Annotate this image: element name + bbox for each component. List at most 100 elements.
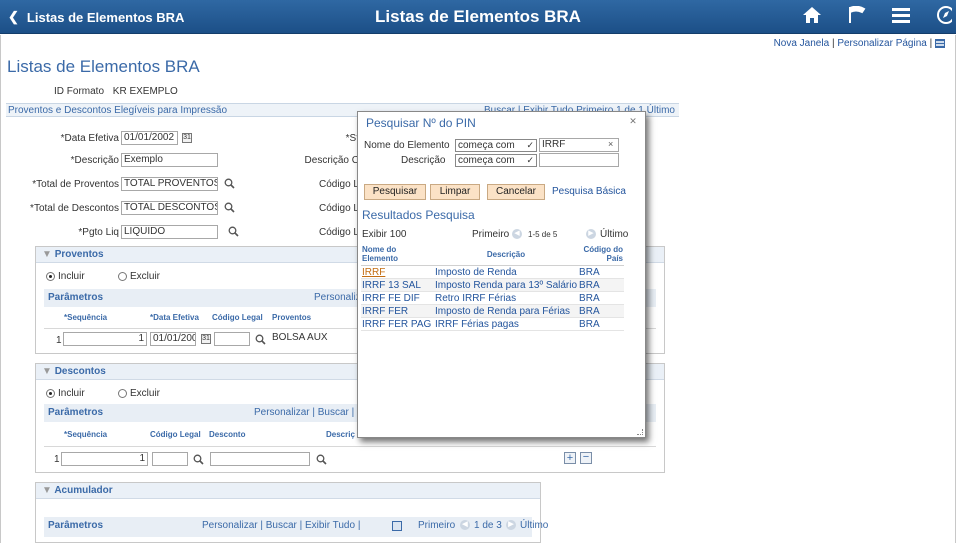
first-link[interactable]: Primeiro <box>472 229 509 240</box>
next-icon[interactable]: ▶ <box>506 520 516 530</box>
status-label: *St <box>345 133 359 144</box>
codigo-input[interactable] <box>214 332 250 346</box>
modal-title: Pesquisar Nº do PIN <box>366 116 476 130</box>
incluir-radio[interactable]: Incluir <box>46 388 85 399</box>
codigo-input[interactable] <box>152 452 188 466</box>
last-link[interactable]: Último <box>600 229 628 240</box>
col-codigo-pais: Código do País <box>578 243 624 266</box>
compass-icon[interactable] <box>936 6 952 24</box>
calendar-icon[interactable]: 31 <box>201 334 211 344</box>
sequencia-input[interactable]: 1 <box>63 332 147 346</box>
menu-icon[interactable] <box>892 7 910 23</box>
clear-button[interactable]: Limpar <box>430 184 480 200</box>
calendar-icon[interactable]: 31 <box>182 133 192 143</box>
close-icon[interactable]: ✕ <box>628 117 638 127</box>
descricao-c-label: Descrição C <box>304 155 359 166</box>
pgto-liq-label: *Pgto Liq <box>78 227 119 238</box>
resize-handle[interactable] <box>637 429 643 435</box>
next-icon[interactable]: ▶ <box>586 229 596 239</box>
codigo-legal-label: Código L <box>318 179 359 190</box>
descricao-input[interactable] <box>539 153 619 167</box>
col-codigo-legal: Código Legal <box>150 430 201 439</box>
search-icon[interactable] <box>193 454 204 468</box>
grid-icon[interactable] <box>935 38 945 48</box>
search-icon[interactable] <box>224 178 235 192</box>
clear-icon[interactable]: × <box>608 139 613 149</box>
table-row[interactable]: IRRF Imposto de Renda BRA <box>361 265 624 279</box>
desconto-input[interactable] <box>210 452 310 466</box>
acumulador-params: Parâmetros Personalizar | Buscar | Exibi… <box>44 517 548 537</box>
radio-off-icon <box>118 272 127 281</box>
prev-icon[interactable]: ◀ <box>460 520 470 530</box>
table-row[interactable]: IRRF FER Imposto de Renda para Férias BRA <box>361 304 624 318</box>
basic-search-link[interactable]: Pesquisa Básica <box>552 186 626 197</box>
search-icon[interactable] <box>224 202 235 216</box>
descricao-input[interactable]: Exemplo <box>121 153 218 167</box>
excluir-radio[interactable]: Excluir <box>118 388 160 399</box>
acumulador-nav[interactable]: Personalizar | Buscar | Exibir Tudo | <box>202 520 360 531</box>
descricao-operator-select[interactable]: começa com ✓ <box>455 154 537 167</box>
col-sequencia: *Sequência <box>64 313 108 322</box>
search-icon[interactable] <box>228 226 239 240</box>
add-row-icon[interactable]: + <box>564 452 576 464</box>
search-modal: Pesquisar Nº do PIN ✕ Nome do Elemento c… <box>357 111 646 438</box>
table-row[interactable]: IRRF 13 SAL Imposto Renda para 13º Salári… <box>361 278 624 292</box>
col-sequencia: *Sequência <box>64 430 108 439</box>
personalize-page-link[interactable]: Personalizar Página <box>837 38 927 49</box>
results-title: Resultados Pesquisa <box>362 208 475 222</box>
results-nav: Exibir 100 Primeiro ◀ 1-5 de 5 ▶ Último <box>362 229 629 240</box>
total-descontos-label: *Total de Descontos <box>30 203 119 214</box>
first-link[interactable]: Primeiro <box>418 520 455 531</box>
acumulador-header[interactable]: ▼ Acumulador <box>36 483 540 499</box>
descricao-label: *Descrição <box>70 155 119 166</box>
codigo-legal-label: Código L <box>318 227 359 238</box>
table-row[interactable]: IRRF FER PAG IRRF Férias pagas BRA <box>361 317 624 331</box>
total-proventos-label: *Total de Proventos <box>32 179 119 190</box>
view-icon[interactable] <box>392 521 402 531</box>
excluir-radio[interactable]: Excluir <box>118 271 160 282</box>
col-data-efetiva: *Data Efetiva <box>150 313 199 322</box>
search-button[interactable]: Pesquisar <box>364 184 426 200</box>
top-bar: ❮ Listas de Elementos BRA Listas de Elem… <box>0 0 956 34</box>
search-icon[interactable] <box>255 334 266 348</box>
chevron-down-icon: ✓ <box>526 155 534 165</box>
results-table: Nome do Elemento Descrição Código do Paí… <box>361 243 624 331</box>
codigo-legal-label: Código L <box>318 203 359 214</box>
new-window-link[interactable]: Nova Janela <box>774 38 830 49</box>
nome-elemento-input[interactable]: IRRF <box>539 138 619 152</box>
nome-operator-select[interactable]: começa com ✓ <box>455 139 537 152</box>
home-icon[interactable] <box>802 6 822 24</box>
total-descontos-input[interactable]: TOTAL DESCONTOS <box>121 201 218 215</box>
search-icon[interactable] <box>316 454 327 468</box>
col-desconto: Desconto <box>209 430 246 439</box>
data-efetiva-input[interactable]: 01/01/2002 <box>121 131 178 145</box>
col-descricao: Descriç <box>326 430 355 439</box>
col-nome-elemento: Nome do Elemento <box>361 243 434 266</box>
radio-on-icon <box>46 389 55 398</box>
incluir-radio[interactable]: Incluir <box>46 271 85 282</box>
descontos-nav[interactable]: Personalizar | Buscar | Ex <box>254 407 369 418</box>
page-title: Listas de Elementos BRA <box>7 57 200 76</box>
delete-row-icon[interactable]: − <box>580 452 592 464</box>
radio-off-icon <box>118 389 127 398</box>
table-row[interactable]: IRRF FE DIF Retro IRRF Férias BRA <box>361 291 624 305</box>
flag-icon[interactable] <box>848 6 866 24</box>
data-efetiva-label: *Data Efetiva <box>60 133 119 144</box>
col-descricao: Descrição <box>433 243 579 266</box>
provento-input[interactable]: BOLSA AUX <box>270 332 370 346</box>
nome-elemento-label: Nome do Elemento <box>364 140 450 151</box>
table-row: 1 1 + − <box>44 446 656 468</box>
prev-icon[interactable]: ◀ <box>512 229 522 239</box>
data-input[interactable]: 01/01/2002 <box>150 332 196 346</box>
show-link[interactable]: Exibir 100 <box>362 229 406 240</box>
sequencia-input[interactable]: 1 <box>61 452 148 466</box>
radio-on-icon <box>46 272 55 281</box>
format-id: ID Formato KR EXEMPLO <box>54 86 178 97</box>
chevron-down-icon: ✓ <box>526 140 534 150</box>
col-proventos: Proventos <box>272 313 312 322</box>
cancel-button[interactable]: Cancelar <box>487 184 545 200</box>
last-link[interactable]: Último <box>520 520 548 531</box>
pgto-liq-input[interactable]: LIQUIDO <box>121 225 218 239</box>
top-links: Nova Janela | Personalizar Página | <box>774 38 945 49</box>
total-proventos-input[interactable]: TOTAL PROVENTOS <box>121 177 218 191</box>
